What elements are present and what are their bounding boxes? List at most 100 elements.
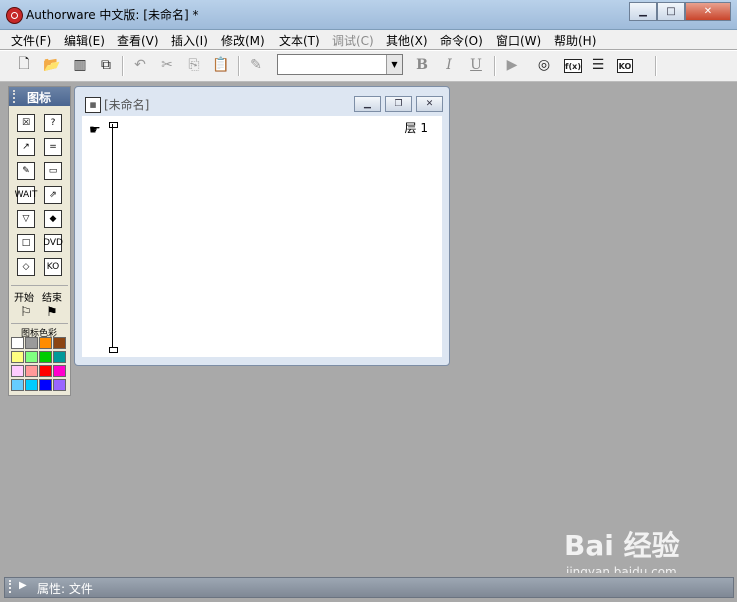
menu-bar: 文件(F) 编辑(E) 查看(V) 插入(I) 修改(M) 文本(T) 调试(C… xyxy=(0,30,737,49)
digital-movie-icon[interactable]: ◆ xyxy=(44,210,62,228)
color-swatch[interactable] xyxy=(25,365,38,377)
framework-icon[interactable]: WAIT xyxy=(15,186,37,204)
color-swatch[interactable] xyxy=(11,365,24,377)
toolbar-separator xyxy=(494,56,496,76)
menu-window[interactable]: 窗口(W) xyxy=(496,32,541,49)
design-window: ▦ [未命名] ▁ ❐ ✕ ☛ 层 1 xyxy=(74,86,450,366)
properties-panel[interactable]: ▶ 属性: 文件 xyxy=(4,577,734,598)
bold-button[interactable]: B xyxy=(412,55,432,75)
properties-bar: ▶ 属性: 文件 xyxy=(0,573,737,602)
toolbar-separator xyxy=(122,56,124,76)
color-swatch[interactable] xyxy=(53,365,66,377)
italic-button[interactable]: I xyxy=(439,55,459,75)
palette-title: 图标 xyxy=(27,91,52,105)
color-swatch[interactable] xyxy=(11,337,24,349)
title-bar: Authorware 中文版: [未命名] * ▁ □ ✕ xyxy=(0,0,737,30)
end-flag-label: 结束 xyxy=(42,293,62,304)
minimize-button[interactable]: ▁ xyxy=(629,2,657,21)
calculation-icon[interactable]: ⇗ xyxy=(44,186,62,204)
menu-view[interactable]: 查看(V) xyxy=(117,32,159,49)
grip-handle[interactable] xyxy=(9,580,15,593)
start-flag-label: 开始 xyxy=(14,293,34,304)
menu-help[interactable]: 帮助(H) xyxy=(554,32,596,49)
flowline-start-marker xyxy=(109,122,118,128)
flowline-end-marker xyxy=(109,347,118,353)
design-window-title: [未命名] xyxy=(104,98,150,112)
color-swatch[interactable] xyxy=(25,351,38,363)
open-file-icon[interactable]: 📂 xyxy=(42,55,62,75)
sound-icon[interactable]: □ xyxy=(17,234,35,252)
save-all-icon[interactable]: ▥ xyxy=(70,55,90,75)
control-panel-icon[interactable]: ◎ xyxy=(534,55,554,75)
display-icon[interactable]: ☒ xyxy=(17,114,35,132)
window-controls: ▁ □ ✕ xyxy=(629,2,731,21)
undo-icon[interactable]: ↶ xyxy=(130,55,150,75)
map-icon[interactable]: ▽ xyxy=(17,210,35,228)
color-swatch[interactable] xyxy=(25,379,38,391)
run-icon[interactable]: ▶ xyxy=(502,55,522,75)
design-restore-button[interactable]: ❐ xyxy=(385,96,412,112)
color-swatch[interactable] xyxy=(53,337,66,349)
toolbar-separator xyxy=(238,56,240,76)
menu-debug[interactable]: 调试(C) xyxy=(332,32,374,49)
menu-file[interactable]: 文件(F) xyxy=(11,32,51,49)
flowline[interactable] xyxy=(112,124,113,349)
menu-edit[interactable]: 编辑(E) xyxy=(64,32,105,49)
variables-icon[interactable]: ☰ xyxy=(588,55,608,75)
menu-modify[interactable]: 修改(M) xyxy=(221,32,265,49)
properties-label: 属性: 文件 xyxy=(37,582,93,596)
underline-button[interactable]: U xyxy=(466,55,486,75)
color-swatch[interactable] xyxy=(25,337,38,349)
icon-palette: 图标 ☒? ↗ = ✎ ▭ WAIT ⇗ ▽ ◆ □ DVD ◇ KO 开始 结束 ⚐ ⚑ 图标色彩 xyxy=(8,86,71,396)
color-swatch[interactable] xyxy=(11,379,24,391)
toolbar-separator xyxy=(655,56,657,76)
interaction-icon[interactable]: ◇ xyxy=(17,258,35,276)
paste-hand-icon: ☛ xyxy=(89,123,101,138)
menu-command[interactable]: 命令(O) xyxy=(440,32,483,49)
start-flag-icon[interactable]: ⚐ xyxy=(17,303,35,321)
flowline-canvas[interactable]: ☛ 层 1 xyxy=(82,116,442,357)
baidu-watermark: Bai 经验 xyxy=(564,529,680,562)
knowledge-objects-icon[interactable]: KO xyxy=(617,59,633,73)
palette-divider xyxy=(11,323,68,324)
color-swatch[interactable] xyxy=(39,337,52,349)
decision-icon[interactable]: ? xyxy=(44,114,62,132)
app-logo-icon xyxy=(6,7,23,24)
palette-divider xyxy=(11,285,68,286)
text-style-combo[interactable]: ▼ xyxy=(277,54,403,75)
chevron-down-icon[interactable]: ▼ xyxy=(386,55,402,74)
design-close-button[interactable]: ✕ xyxy=(416,96,443,112)
palette-title-bar[interactable]: 图标 xyxy=(9,87,70,106)
paste-icon[interactable]: 📋 xyxy=(211,55,231,75)
menu-other[interactable]: 其他(X) xyxy=(386,32,428,49)
erase-icon[interactable]: = xyxy=(44,138,62,156)
color-swatch[interactable] xyxy=(39,351,52,363)
menu-insert[interactable]: 插入(I) xyxy=(171,32,208,49)
grip-handle[interactable] xyxy=(13,90,19,103)
design-minimize-button[interactable]: ▁ xyxy=(354,96,381,112)
color-swatch[interactable] xyxy=(11,351,24,363)
wait-icon[interactable]: ✎ xyxy=(17,162,35,180)
copy-icon[interactable]: ⎘ xyxy=(184,55,204,75)
expand-arrow-icon[interactable]: ▶ xyxy=(19,580,27,591)
color-swatch[interactable] xyxy=(53,351,66,363)
close-button[interactable]: ✕ xyxy=(685,2,731,21)
functions-icon[interactable]: f(x) xyxy=(564,59,582,73)
design-window-controls: ▁ ❐ ✕ xyxy=(354,96,443,112)
find-icon[interactable]: ✎ xyxy=(246,55,266,75)
maximize-button[interactable]: □ xyxy=(657,2,685,21)
design-window-icon: ▦ xyxy=(85,97,101,113)
knowledge-object-icon[interactable]: KO xyxy=(44,258,62,276)
new-file-icon[interactable]: 🗋 xyxy=(14,55,34,75)
end-flag-icon[interactable]: ⚑ xyxy=(43,303,61,321)
menu-text[interactable]: 文本(T) xyxy=(279,32,320,49)
color-swatch[interactable] xyxy=(39,365,52,377)
color-swatch[interactable] xyxy=(53,379,66,391)
color-swatch[interactable] xyxy=(39,379,52,391)
dvd-icon[interactable]: DVD xyxy=(43,234,63,252)
motion-icon[interactable]: ↗ xyxy=(17,138,35,156)
window-title: Authorware 中文版: [未命名] * xyxy=(26,8,199,22)
navigate-icon[interactable]: ▭ xyxy=(44,162,62,180)
cut-icon[interactable]: ✂ xyxy=(157,55,177,75)
import-icon[interactable]: ⧉ xyxy=(96,55,116,75)
